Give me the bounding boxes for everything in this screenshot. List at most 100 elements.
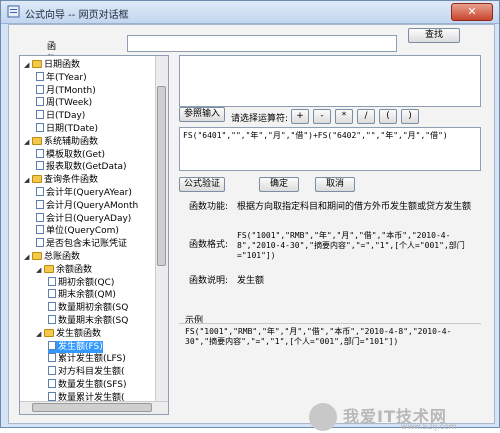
tree-item[interactable]: 会计年(QueryAYear) <box>36 187 132 199</box>
expand-arrow-icon[interactable]: ◢ <box>36 328 43 340</box>
site-watermark: 我爱IT技术网 www.52ij.com <box>305 403 495 433</box>
tree-item[interactable]: 期末余额(QM) <box>48 289 116 301</box>
document-icon <box>36 199 44 209</box>
tree-item[interactable]: 月(TMonth) <box>36 84 96 97</box>
tree-item-label: 系统辅助函数 <box>44 136 99 147</box>
document-icon <box>36 238 44 248</box>
tree-item-label: 日(TDay) <box>46 111 86 122</box>
title-bar: 公式向导 -- 网页对话框 ✕ <box>1 1 499 24</box>
tree-folder[interactable]: ◢ 总账函数 <box>24 251 80 263</box>
tree-item[interactable]: 会计月(QueryAMonth <box>36 199 138 212</box>
app-icon <box>7 5 20 18</box>
document-icon <box>36 84 44 94</box>
operator-lparen-button[interactable]: ( <box>379 109 397 124</box>
document-icon <box>48 302 56 312</box>
tree-vertical-scrollbar[interactable] <box>155 56 168 402</box>
document-icon <box>36 97 44 107</box>
example-label: 示例 <box>185 316 204 326</box>
document-icon <box>36 161 44 171</box>
function-label: 函数功能: <box>189 202 229 212</box>
document-icon <box>48 315 56 324</box>
tree-item[interactable]: 发生额(FS) <box>48 340 103 353</box>
document-icon <box>36 71 44 81</box>
folder-icon <box>32 175 42 184</box>
document-icon <box>48 276 56 286</box>
operator-rparen-button[interactable]: ) <box>401 109 419 124</box>
params-button[interactable]: 参照输入 <box>179 107 225 122</box>
ok-button[interactable]: 确定 <box>259 177 299 192</box>
tree-item[interactable]: 是否包含未记账凭证 <box>36 238 127 250</box>
document-icon <box>48 366 56 376</box>
search-button[interactable]: 查找 <box>408 28 460 43</box>
expand-arrow-icon[interactable]: ◢ <box>24 251 31 263</box>
tree-item[interactable]: 模板取数(Get) <box>36 148 105 161</box>
tree-item-label: 周(TWeek) <box>46 98 93 109</box>
tree-item[interactable]: 周(TWeek) <box>36 97 92 109</box>
expand-arrow-icon[interactable]: ◢ <box>24 136 31 148</box>
document-icon <box>48 289 56 299</box>
cancel-button[interactable]: 取消 <box>315 177 355 192</box>
tree-item[interactable]: 日(TDay) <box>36 110 85 122</box>
function-description-box[interactable] <box>179 55 481 107</box>
tree-item[interactable]: 会计日(QueryADay) <box>36 212 131 225</box>
dialog-body: 函数名称或代码: 查找 ◢日期函数年(TYear)月(TMonth)周(TWee… <box>8 24 495 431</box>
validate-formula-button[interactable]: 公式验证 <box>179 177 225 192</box>
operator-plus-button[interactable]: + <box>291 109 309 124</box>
document-icon <box>36 212 44 222</box>
tree-folder[interactable]: ◢ 查询条件函数 <box>24 174 98 186</box>
document-icon <box>36 187 44 196</box>
tree-folder[interactable]: ◢ 日期函数 <box>24 59 80 71</box>
tree-item[interactable]: 数量发生额(SFS) <box>48 379 126 391</box>
tree-item-label: 数量期末余额(SQ <box>58 316 129 326</box>
format-text: FS("1001","RMB","年","月","借","本币","2010-4… <box>237 231 465 260</box>
dialog-window: 公式向导 -- 网页对话框 ✕ 函数名称或代码: 查找 ◢日期函数年(TYear… <box>0 0 500 431</box>
scroll-thumb[interactable] <box>32 403 152 412</box>
tree-item-label: 月(TMonth) <box>46 85 96 96</box>
document-icon <box>48 391 56 401</box>
tree-item-label: 发生额(FS) <box>58 341 103 352</box>
document-icon <box>48 379 56 388</box>
tree-item-label: 发生额函数 <box>56 328 102 339</box>
document-icon <box>36 110 44 120</box>
document-icon <box>36 225 44 235</box>
tree-item-label: 报表取数(GetData) <box>46 162 127 173</box>
tree-item[interactable]: 数量期末余额(SQ <box>48 315 128 327</box>
expand-arrow-icon[interactable]: ◢ <box>36 264 43 276</box>
expand-arrow-icon[interactable]: ◢ <box>24 59 31 71</box>
tree-item[interactable]: 期初余额(QC) <box>48 276 114 289</box>
document-icon <box>48 353 56 363</box>
function-text: 根据方向取指定科目和期间的借方外币发生额或贷方发生额 <box>237 202 472 212</box>
operator-minus-button[interactable]: - <box>313 109 331 124</box>
tree-horizontal-scrollbar[interactable] <box>20 401 168 414</box>
tree-item-label: 期末余额(QM) <box>58 290 116 301</box>
tree-item-label: 查询条件函数 <box>44 175 99 186</box>
operator-divide-button[interactable]: / <box>357 109 375 124</box>
search-input[interactable] <box>127 35 397 52</box>
formula-editor[interactable]: FS("6401","","年","月","借")+FS("6402","","… <box>179 127 481 171</box>
tree-item-label: 累计发生额(LFS) <box>58 354 126 365</box>
tree-item[interactable]: 报表取数(GetData) <box>36 161 127 173</box>
window-title: 公式向导 -- 网页对话框 <box>25 10 129 21</box>
function-tree: ◢ 日期函数 年(TYear) 月(TMonth) 周(TWeek) 日(TDay) 日期(… <box>19 55 169 415</box>
document-icon <box>36 148 44 158</box>
folder-icon <box>32 60 42 68</box>
tree-item[interactable]: 日期(TDate) <box>36 123 98 135</box>
scroll-thumb[interactable] <box>157 86 166 266</box>
document-icon <box>36 123 44 132</box>
tree-item[interactable]: 年(TYear) <box>36 71 87 84</box>
tree-item-label: 是否包含未记账凭证 <box>46 239 128 250</box>
tree-item[interactable]: 数量期初余额(SQ <box>48 302 128 314</box>
tree-item[interactable]: 对方科目发生额( <box>48 366 125 378</box>
tree-folder[interactable]: ◢ 发生额函数 <box>36 328 101 340</box>
expand-arrow-icon[interactable]: ◢ <box>24 174 31 186</box>
tree-folder[interactable]: ◢ 系统辅助函数 <box>24 136 98 148</box>
tree-item[interactable]: 累计发生额(LFS) <box>48 353 126 365</box>
tree-folder[interactable]: ◢ 余额函数 <box>36 264 92 276</box>
tree-item[interactable]: 单位(QueryCom) <box>36 225 119 237</box>
operators-label: 请选择运算符: <box>231 114 289 124</box>
format-label: 函数格式: <box>189 240 229 250</box>
tree-item-label: 总账函数 <box>44 252 81 262</box>
operator-multiply-button[interactable]: * <box>335 109 353 124</box>
close-button[interactable]: ✕ <box>451 3 493 21</box>
tree-item-label: 年(TYear) <box>46 72 87 83</box>
